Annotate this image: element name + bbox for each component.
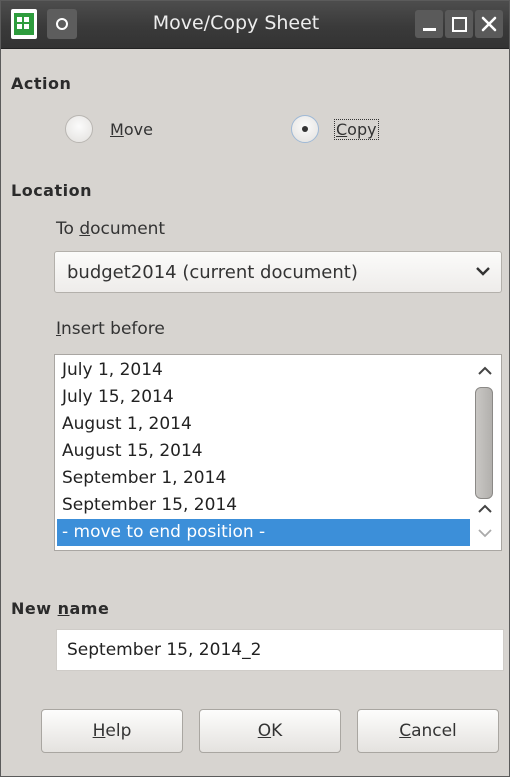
list-item[interactable]: July 1, 2014 [57, 357, 470, 384]
minimize-icon [423, 28, 436, 31]
maximize-button[interactable] [445, 10, 473, 38]
help-button[interactable]: Help [41, 709, 183, 753]
list-item[interactable]: July 15, 2014 [57, 384, 470, 411]
copy-radio[interactable] [291, 115, 319, 143]
close-icon [481, 16, 497, 32]
ok-button[interactable]: OK [199, 709, 341, 753]
scroll-up-icon[interactable] [477, 365, 493, 377]
new-name-input[interactable] [57, 630, 503, 670]
cancel-button[interactable]: Cancel [357, 709, 499, 753]
new-name-label: New name [11, 599, 110, 618]
close-button[interactable] [475, 10, 503, 38]
to-document-label: To document [56, 219, 166, 239]
to-document-dropdown[interactable]: budget2014 (current document) [54, 251, 502, 293]
list-item[interactable]: August 1, 2014 [57, 411, 470, 438]
chevron-down-icon [476, 267, 490, 276]
move-radio[interactable] [65, 115, 93, 143]
radio-dot-icon [302, 126, 308, 132]
list-item-selected[interactable]: - move to end position - [57, 519, 470, 546]
to-document-value: budget2014 (current document) [67, 262, 358, 283]
location-heading: Location [11, 181, 92, 200]
insert-before-list[interactable]: July 1, 2014 July 15, 2014 August 1, 201… [54, 354, 502, 551]
window-menu-icon[interactable] [47, 9, 77, 39]
list-item[interactable]: September 15, 2014 [57, 492, 470, 519]
move-copy-sheet-dialog: Move/Copy Sheet Action Move Copy Locatio… [0, 0, 510, 777]
minimize-button[interactable] [415, 10, 443, 38]
insert-before-label: Insert before [56, 319, 165, 339]
list-scrollbar[interactable] [471, 357, 499, 547]
list-item[interactable]: August 15, 2014 [57, 438, 470, 465]
new-name-field[interactable] [56, 629, 504, 671]
move-radio-label[interactable]: Move [110, 120, 153, 139]
maximize-icon [452, 17, 467, 32]
list-item[interactable]: September 1, 2014 [57, 465, 470, 492]
title-bar[interactable]: Move/Copy Sheet [1, 1, 509, 49]
copy-radio-label[interactable]: Copy [334, 119, 379, 140]
action-heading: Action [11, 74, 72, 93]
calc-app-icon [11, 9, 37, 39]
scrollbar-thumb[interactable] [475, 387, 493, 499]
window-title: Move/Copy Sheet [152, 12, 320, 34]
scroll-down-icon[interactable] [477, 527, 493, 539]
scroll-up-icon[interactable] [477, 503, 493, 515]
